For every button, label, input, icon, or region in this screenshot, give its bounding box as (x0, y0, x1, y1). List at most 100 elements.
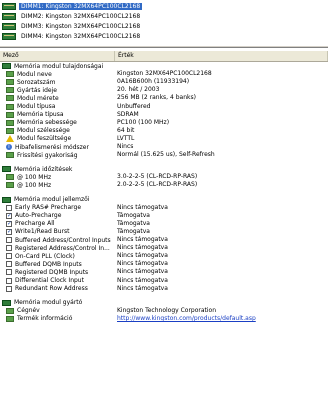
section-header[interactable]: Memória időzítések (0, 165, 328, 173)
feature-row[interactable]: Early RAS# Precharge Nincs támogatva (0, 204, 328, 212)
product-info-link[interactable]: http://www.kingston.com/products/default… (117, 315, 256, 323)
field-value: Nincs támogatva (117, 236, 168, 243)
property-icon (6, 182, 14, 189)
feature-row[interactable]: Buffered DQMB Inputs Nincs támogatva (0, 260, 328, 268)
memory-module-icon (2, 13, 16, 20)
field-label: Buffered Address/Control Inputs (15, 236, 111, 244)
field-label: On-Card PLL (Clock) (15, 252, 75, 260)
property-row[interactable]: Sorozatszám 0A16B600h (11933194) (0, 78, 328, 86)
field-label: Registered Address/Control In... (15, 244, 110, 252)
property-icon (6, 119, 14, 126)
field-value: Normál (15.625 us), Self-Refresh (117, 151, 215, 159)
checked-box-icon: ✓ (6, 211, 13, 219)
feature-row[interactable]: ✓ Precharge All Támogatva (0, 220, 328, 228)
property-row[interactable]: Modul neve Kingston 32MX64PC100CL2168 (0, 70, 328, 78)
field-value: 2.0-2-2-5 (CL-RCD-RP-RAS) (117, 181, 198, 189)
field-value: Nincs támogatva (117, 276, 168, 284)
unchecked-box-icon (6, 261, 12, 268)
field-value: Nincs támogatva (117, 260, 168, 268)
property-icon (6, 315, 14, 322)
field-label: Modul neve (17, 70, 52, 78)
property-row[interactable]: Frissítési gyakoriság Normál (15.625 us),… (0, 151, 328, 159)
property-row[interactable]: Modul mérete 256 MB (2 ranks, 4 banks) (0, 94, 328, 102)
field-label: Memória időzítések (14, 165, 73, 173)
section-header[interactable]: Memória modul gyártó (0, 299, 328, 307)
unchecked-box-icon (6, 237, 12, 243)
field-value: Nincs (117, 143, 134, 150)
property-row[interactable]: Modul szélessége 64 bit (0, 127, 328, 135)
field-label: Memória sebessége (17, 119, 77, 127)
device-label: DIMM3: Kingston 32MX64PC100CL2168 (21, 23, 141, 30)
field-label: Registered DQMB Inputs (15, 268, 89, 276)
field-label: Differential Clock Input (15, 277, 84, 284)
device-item[interactable]: DIMM4: Kingston 32MX64PC100CL2168 (2, 32, 142, 41)
device-label: DIMM4: Kingston 32MX64PC100CL2168 (21, 33, 141, 40)
property-icon (6, 127, 14, 134)
feature-row[interactable]: Buffered Address/Control Inputs Nincs tám… (0, 236, 328, 244)
memory-module-icon (2, 23, 16, 30)
property-row[interactable]: Termék információ http://www.kingston.com… (0, 315, 328, 323)
field-value: LVTTL (117, 134, 135, 142)
feature-row[interactable]: Registered Address/Control In... Nincs tá… (0, 244, 328, 252)
checked-box-icon: ✓ (6, 227, 13, 235)
device-item[interactable]: DIMM1: Kingston 32MX64PC100CL2168 (2, 2, 143, 11)
field-column-header[interactable]: Mező (0, 51, 115, 61)
device-label: DIMM2: Kingston 32MX64PC100CL2168 (21, 13, 141, 20)
field-label: Cégnév (17, 307, 40, 315)
property-row[interactable]: Memória sebessége PC100 (100 MHz) (0, 119, 328, 127)
field-label: Memória modul tulajdonságai (14, 62, 104, 70)
feature-row[interactable]: On-Card PLL (Clock) Nincs támogatva (0, 252, 328, 260)
property-row[interactable]: @ 100 MHz 3.0-2-2-5 (CL-RCD-RP-RAS) (0, 173, 328, 181)
property-row[interactable]: Modul feszültsége LVTTL (0, 135, 328, 143)
checked-box-icon: ✓ (6, 219, 13, 227)
memory-module-icon (2, 196, 11, 203)
device-item[interactable]: DIMM3: Kingston 32MX64PC100CL2168 (2, 22, 142, 31)
unchecked-box-icon (6, 269, 12, 276)
device-item[interactable]: DIMM2: Kingston 32MX64PC100CL2168 (2, 12, 142, 21)
pane-splitter[interactable] (0, 45, 328, 48)
property-icon (6, 103, 14, 110)
field-label: Buffered DQMB Inputs (15, 260, 82, 268)
memory-module-icon (2, 33, 16, 40)
field-value: SDRAM (117, 110, 139, 118)
property-row[interactable]: Modul típusa Unbuffered (0, 103, 328, 111)
value-column-header[interactable]: Érték (115, 51, 328, 61)
device-label: DIMM1: Kingston 32MX64PC100CL2168 (19, 3, 143, 10)
info-icon: i (6, 144, 12, 150)
property-row[interactable]: @ 100 MHz 2.0-2-2-5 (CL-RCD-RP-RAS) (0, 181, 328, 189)
field-value: 0A16B600h (11933194) (117, 78, 190, 86)
field-label: Early RAS# Precharge (15, 204, 82, 212)
field-label: Memória modul jellemzői (14, 196, 90, 203)
field-value: Kingston Technology Corporation (117, 306, 217, 314)
field-value: Támogatva (117, 227, 150, 235)
feature-row[interactable]: Differential Clock Input Nincs támogatva (0, 277, 328, 285)
field-value: PC100 (100 MHz) (117, 118, 170, 126)
field-label: Write1/Read Burst (15, 228, 70, 236)
property-icon (6, 174, 14, 181)
unchecked-box-icon (6, 253, 12, 260)
field-label: Termék információ (17, 315, 73, 323)
feature-row[interactable]: Registered DQMB Inputs Nincs támogatva (0, 268, 328, 276)
field-value: 256 MB (2 ranks, 4 banks) (117, 94, 196, 102)
section-header[interactable]: Memória modul tulajdonságai (0, 62, 328, 70)
section-header[interactable]: Memória modul jellemzői (0, 196, 328, 204)
property-row[interactable]: Memória típusa SDRAM (0, 111, 328, 119)
property-row[interactable]: Gyártás ideje 20. hét / 2003 (0, 86, 328, 94)
feature-row[interactable]: ✓ Write1/Read Burst Támogatva (0, 228, 328, 236)
feature-row[interactable]: ✓ Auto-Precharge Támogatva (0, 212, 328, 220)
property-icon (6, 95, 14, 102)
unchecked-box-icon (6, 277, 12, 284)
memory-module-icon (2, 166, 11, 173)
property-row[interactable]: i Hibafelismerési módszer Nincs (0, 143, 328, 151)
memory-module-icon (2, 299, 11, 306)
property-icon (6, 111, 14, 118)
property-icon (6, 87, 14, 94)
column-header: Mező Érték (0, 51, 328, 62)
property-row[interactable]: Cégnév Kingston Technology Corporation (0, 307, 328, 315)
field-label: Gyártás ideje (17, 86, 57, 94)
device-list[interactable]: DIMM1: Kingston 32MX64PC100CL2168 DIMM2: … (0, 0, 328, 43)
field-label: Sorozatszám (17, 78, 56, 86)
field-value: Nincs támogatva (117, 284, 168, 292)
field-label: Memória modul gyártó (14, 299, 83, 307)
feature-row[interactable]: Redundant Row Address Nincs támogatva (0, 285, 328, 293)
